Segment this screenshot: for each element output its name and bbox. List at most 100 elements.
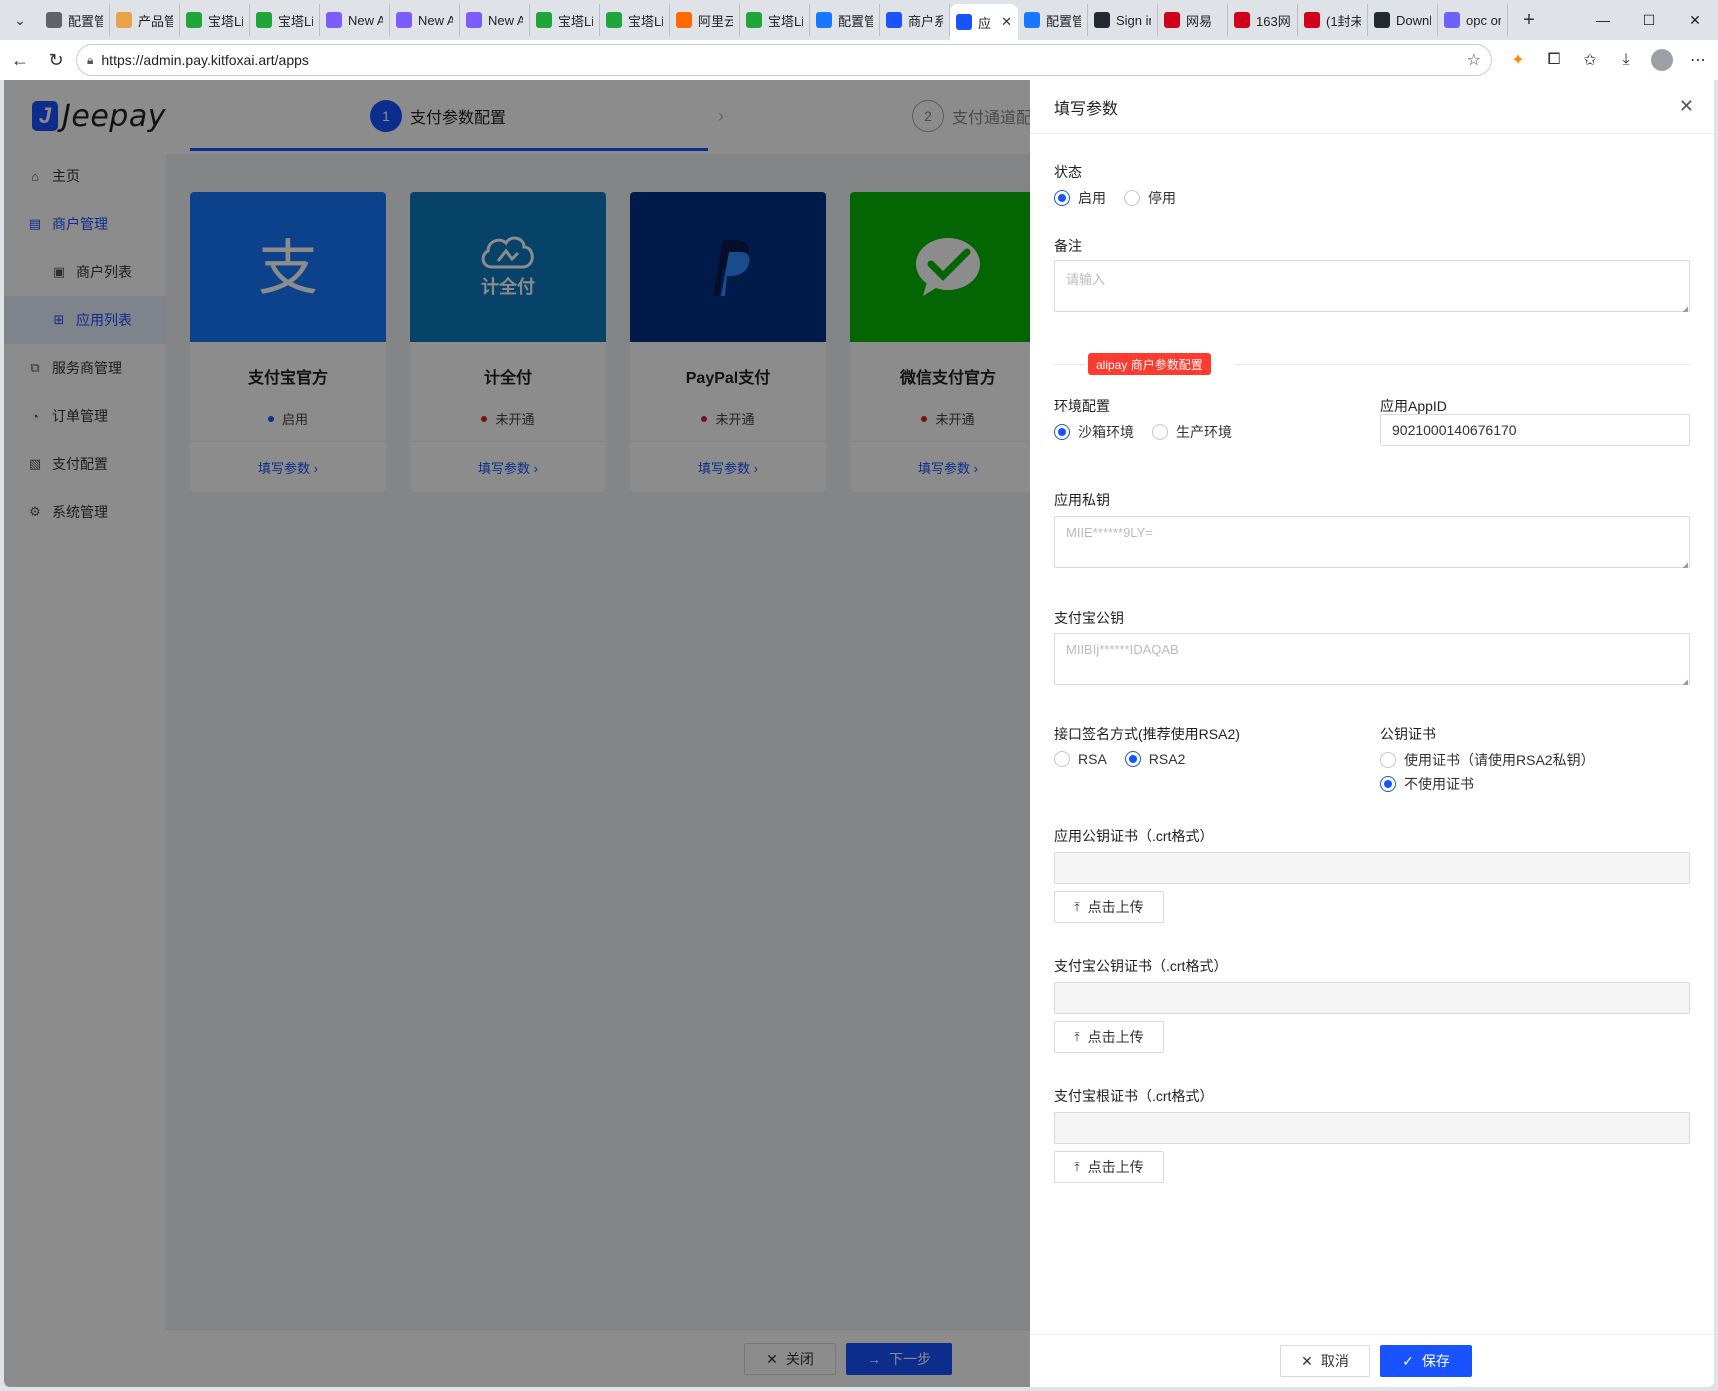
env-label: 环境配置	[1054, 398, 1110, 414]
save-button[interactable]: ✓ 保存	[1380, 1345, 1472, 1377]
browser-tab[interactable]: 163网易	[1228, 4, 1298, 36]
upload-label: 点击上传	[1087, 1159, 1144, 1175]
extension-fox-icon[interactable]: ✦	[1500, 44, 1536, 76]
site-info-icon[interactable]: 🔒︎	[87, 53, 93, 68]
cancel-button[interactable]: ✕ 取消	[1280, 1345, 1370, 1377]
sign-type-radio-group: RSA RSA2	[1054, 751, 1203, 767]
drawer-footer: ✕ 取消 ✓ 保存	[1030, 1334, 1714, 1387]
address-bar-row: ← ↻ 🔒︎ https://admin.pay.kitfoxai.art/ap…	[0, 40, 1718, 80]
aliyun-icon	[676, 12, 692, 28]
bookmark-star-icon[interactable]: ☆	[1467, 50, 1481, 70]
sign-type-option[interactable]: RSA2	[1124, 751, 1185, 767]
browser-tab-label: 宝塔Lin	[278, 13, 313, 29]
more-menu-icon[interactable]: ⋯	[1680, 44, 1716, 76]
radio-circle[interactable]	[1054, 751, 1070, 767]
radio-circle[interactable]	[1054, 424, 1070, 440]
alipay-cert-input	[1054, 982, 1690, 1014]
favorites-icon[interactable]: ✩	[1572, 44, 1608, 76]
cert-mode-option[interactable]: 使用证书（请使用RSA2私钥）	[1380, 750, 1595, 770]
env-option[interactable]: 沙箱环境	[1054, 422, 1134, 442]
jeepay-icon	[886, 12, 902, 28]
downloads-icon[interactable]: ⤓	[1608, 44, 1644, 76]
drawer-close-icon[interactable]: ✕	[1679, 96, 1694, 117]
alipay-pubkey-label: 支付宝公钥	[1054, 610, 1124, 626]
drawer-title: 填写参数	[1054, 100, 1119, 118]
cert-mode-option[interactable]: 不使用证书	[1380, 774, 1595, 794]
browser-tab-label: 产品管	[138, 13, 173, 29]
browser-tab[interactable]: opc or	[1438, 4, 1508, 36]
remark-label: 备注	[1054, 238, 1082, 254]
section-divider-right	[1234, 364, 1690, 365]
browser-tab-label: New A	[488, 12, 523, 28]
browser-tab[interactable]: 配置管	[1018, 4, 1088, 36]
tab-actions-menu[interactable]: ⌄	[4, 6, 36, 34]
alipay-icon	[816, 12, 832, 28]
app-cert-upload-button[interactable]: ⤒ 点击上传	[1054, 891, 1164, 923]
browser-tab-label: 宝塔Lin	[768, 13, 803, 29]
radio-label: 停用	[1148, 190, 1176, 206]
status-radio-group: 启用 停用	[1054, 188, 1194, 208]
radio-circle[interactable]	[1124, 751, 1141, 767]
close-window-button[interactable]: ✕	[1672, 0, 1718, 40]
page-viewport: J Jeepay ⌂ 主页 ▤ 商户管理 ▣ 商户列表 ⊞ 应用列表 ⧉ 服务商管理 ◔ 订单管理 ▧ 支…	[4, 80, 1714, 1387]
browser-tab-label: Sign in	[1116, 12, 1151, 28]
browser-tab[interactable]: New A	[390, 4, 460, 36]
browser-tab[interactable]: 商户系	[880, 4, 950, 36]
drawer-header: 填写参数 ✕	[1030, 80, 1714, 134]
browser-tab[interactable]: 宝塔Lin	[180, 4, 250, 36]
upload-icon: ⤒	[1074, 1029, 1080, 1044]
url-field[interactable]: 🔒︎ https://admin.pay.kitfoxai.art/apps ☆	[76, 44, 1492, 76]
section-tag: alipay 商户参数配置	[1088, 353, 1211, 375]
browser-tab[interactable]: 配置管	[810, 4, 880, 36]
root-cert-upload-button[interactable]: ⤒ 点击上传	[1054, 1151, 1164, 1183]
browser-tab-label: Downl	[1396, 12, 1431, 28]
radio-circle[interactable]	[1380, 776, 1396, 792]
browser-tab[interactable]: Sign in	[1088, 4, 1158, 36]
profile-button[interactable]	[1644, 44, 1680, 76]
status-option[interactable]: 停用	[1124, 188, 1176, 208]
radio-circle[interactable]	[1152, 424, 1168, 440]
browser-tab[interactable]: (1封未	[1298, 4, 1368, 36]
browser-tab-label: 163网易	[1256, 13, 1291, 29]
browser-tab[interactable]: 宝塔Lin	[530, 4, 600, 36]
browser-tab[interactable]: 配置管	[40, 4, 110, 36]
extensions-puzzle-icon[interactable]: ⧠	[1536, 44, 1572, 76]
browser-tab[interactable]: New A	[460, 4, 530, 36]
radio-circle[interactable]	[1124, 190, 1140, 206]
chevron-down-icon: ⌄	[14, 11, 26, 28]
private-key-textarea[interactable]: MIIE******9LY=	[1054, 516, 1690, 569]
browser-tab[interactable]: 宝塔Lin	[600, 4, 670, 36]
radio-label: RSA	[1078, 751, 1107, 767]
radio-circle[interactable]	[1054, 190, 1070, 206]
radio-circle[interactable]	[1380, 752, 1396, 768]
browser-tab-label: 配置管	[1046, 13, 1081, 29]
upload-icon: ⤒	[1074, 899, 1080, 914]
browser-tab[interactable]: Downl	[1368, 4, 1438, 36]
alipay-cert-upload-button[interactable]: ⤒ 点击上传	[1054, 1021, 1164, 1053]
browser-tab[interactable]: 宝塔Lin	[740, 4, 810, 36]
ai-icon	[396, 12, 412, 28]
browser-tab-label: 阿里云	[698, 13, 733, 29]
browser-tab[interactable]: 应 ✕	[950, 4, 1018, 40]
minimize-button[interactable]: —	[1580, 0, 1626, 40]
env-option[interactable]: 生产环境	[1152, 422, 1232, 442]
browser-tab[interactable]: 网易	[1158, 4, 1228, 36]
browser-tab[interactable]: New A	[320, 4, 390, 36]
reload-button[interactable]: ↻	[40, 44, 72, 76]
maximize-button[interactable]: ☐	[1626, 0, 1672, 40]
appid-input[interactable]: 9021000140676170	[1380, 414, 1690, 446]
back-button[interactable]: ←	[4, 44, 36, 76]
sign-type-option[interactable]: RSA	[1054, 751, 1107, 767]
browser-tab[interactable]: 阿里云	[670, 4, 740, 36]
new-tab-button[interactable]: +	[1514, 5, 1544, 35]
browser-tab[interactable]: 产品管	[110, 4, 180, 36]
globe-icon	[46, 12, 62, 28]
bt-shield-icon	[256, 12, 272, 28]
radio-label: 不使用证书	[1404, 776, 1474, 792]
status-option[interactable]: 启用	[1054, 188, 1106, 208]
browser-tab[interactable]: 宝塔Lin	[250, 4, 320, 36]
tab-close-icon[interactable]: ✕	[1001, 14, 1012, 30]
remark-textarea[interactable]: 请输入	[1054, 260, 1690, 313]
cancel-label: 取消	[1320, 1353, 1349, 1369]
alipay-pubkey-textarea[interactable]: MIIBIj******IDAQAB	[1054, 633, 1690, 686]
